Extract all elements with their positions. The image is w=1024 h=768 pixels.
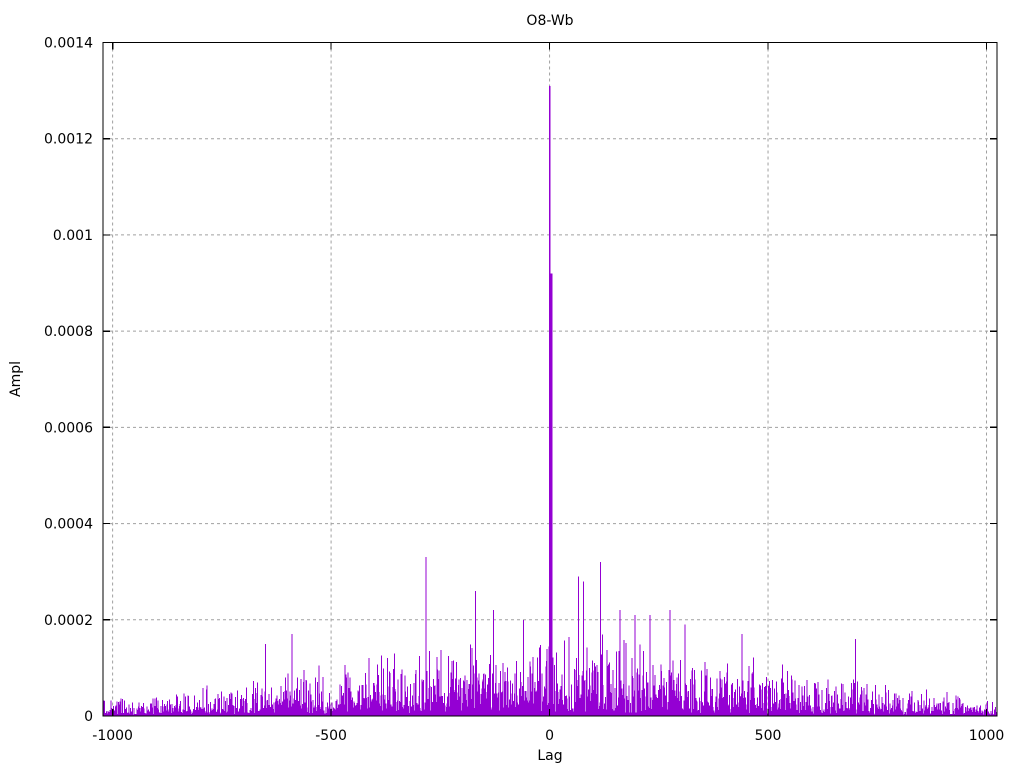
y-tick-label: 0.001: [53, 228, 93, 244]
x-tick-labels: -1000 -500 0 500 1000: [92, 728, 1004, 744]
y-tick-label: 0.0014: [44, 36, 93, 52]
y-tick-label: 0.0006: [44, 420, 93, 436]
chart-title: O8-Wb: [526, 13, 573, 29]
x-tick-label: 0: [545, 728, 554, 744]
y-axis-label: Ampl: [8, 361, 24, 397]
x-tick-label: 500: [755, 728, 782, 744]
x-tick-label: 1000: [969, 728, 1005, 744]
y-tick-label: 0.0004: [44, 517, 93, 533]
y-tick-labels: 0 0.0002 0.0004 0.0006 0.0008 0.001 0.0012 0.00…: [44, 36, 93, 726]
chart-canvas: -1000 -500 0 500 1000 0 0.0002 0.0004 0.0006 0.0…: [0, 0, 1024, 768]
x-tick-label: -1000: [92, 728, 133, 744]
x-axis-label: Lag: [537, 748, 562, 764]
y-tick-label: 0.0012: [44, 132, 93, 148]
y-tick-label: 0.0002: [44, 613, 93, 629]
chart-svg: -1000 -500 0 500 1000 0 0.0002 0.0004 0.0006 0.0…: [8, 13, 1004, 764]
x-tick-label: -500: [315, 728, 347, 744]
data-series-impulses: [102, 85, 998, 716]
y-tick-label: 0: [84, 709, 93, 725]
y-tick-label: 0.0008: [44, 324, 93, 340]
